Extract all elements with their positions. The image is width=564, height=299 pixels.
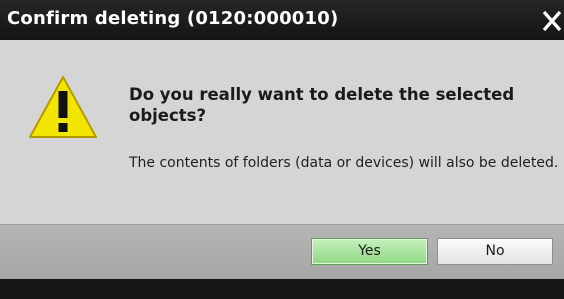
confirm-question: Do you really want to delete the selecte… bbox=[129, 85, 515, 125]
warning-triangle-icon bbox=[28, 74, 98, 140]
dialog-button-bar: Yes No bbox=[0, 224, 564, 279]
dialog-titlebar[interactable]: Confirm deleting (0120:000010) bbox=[0, 0, 564, 40]
dialog-title: Confirm deleting (0120:000010) bbox=[7, 8, 339, 29]
confirm-delete-dialog: Confirm deleting (0120:000010) Do you re… bbox=[0, 0, 564, 299]
window-bottom-border bbox=[0, 279, 564, 299]
close-icon[interactable] bbox=[538, 6, 564, 36]
dialog-content: Do you really want to delete the selecte… bbox=[0, 40, 564, 224]
no-button[interactable]: No bbox=[437, 238, 553, 265]
yes-button[interactable]: Yes bbox=[311, 238, 428, 265]
confirm-detail: The contents of folders (data or devices… bbox=[129, 155, 559, 171]
